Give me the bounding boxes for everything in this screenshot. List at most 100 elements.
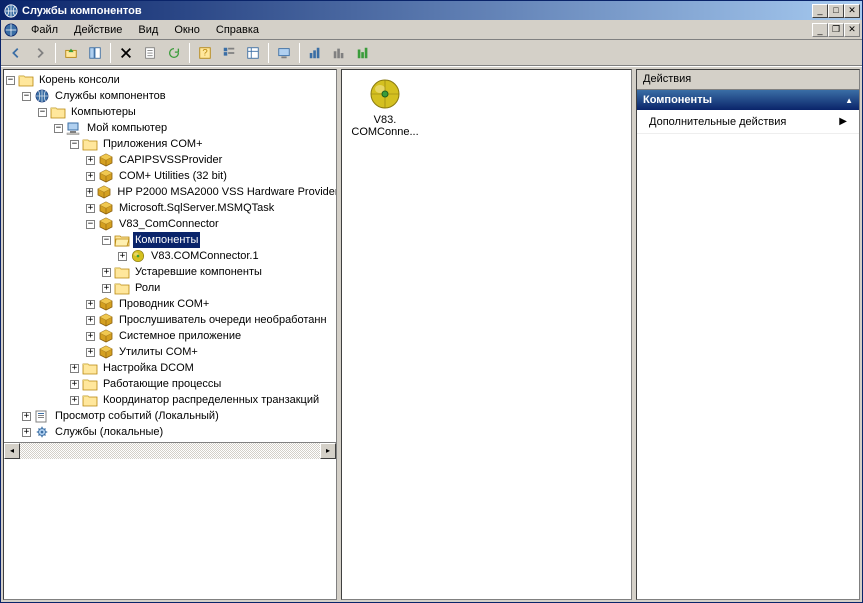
- menu-window[interactable]: Окно: [166, 22, 208, 38]
- tree-item-icon: [98, 216, 114, 232]
- expand-icon[interactable]: +: [102, 284, 111, 293]
- expand-icon[interactable]: +: [70, 380, 79, 389]
- tree-row-computers[interactable]: −Компьютеры: [6, 104, 334, 120]
- maximize-button[interactable]: □: [828, 4, 844, 18]
- collapse-icon[interactable]: −: [22, 92, 31, 101]
- chart-btn-1[interactable]: [304, 42, 326, 64]
- tree: −Корень консоли−Службы компонентов−Компь…: [4, 70, 336, 442]
- svg-text:?: ?: [202, 47, 207, 58]
- tree-item-label: Прослушиватель очереди необработанн: [117, 312, 329, 328]
- menu-file[interactable]: Файл: [23, 22, 66, 38]
- expand-icon[interactable]: +: [86, 300, 95, 309]
- tree-row-event-viewer[interactable]: +Просмотр событий (Локальный): [6, 408, 334, 424]
- expand-icon[interactable]: +: [102, 268, 111, 277]
- tree-item-label: Службы (локальные): [53, 424, 165, 440]
- expand-icon[interactable]: +: [86, 156, 95, 165]
- tree-row-services-local[interactable]: + Службы (локальные): [6, 424, 334, 440]
- expand-icon[interactable]: +: [70, 396, 79, 405]
- up-folder-button[interactable]: [60, 42, 82, 64]
- expand-icon[interactable]: +: [22, 412, 31, 421]
- expand-icon[interactable]: +: [22, 428, 31, 437]
- mdi-close-button[interactable]: ✕: [844, 23, 860, 37]
- tree-row-system-app[interactable]: +Системное приложение: [6, 328, 334, 344]
- tree-row-components[interactable]: −Компоненты: [6, 232, 334, 248]
- tree-row-legacy-components[interactable]: +Устаревшие компоненты: [6, 264, 334, 280]
- expand-icon[interactable]: +: [86, 316, 95, 325]
- tree-item-icon: [98, 168, 114, 184]
- mdi-restore-button[interactable]: ❐: [828, 23, 844, 37]
- collapse-icon[interactable]: −: [70, 140, 79, 149]
- show-tree-button[interactable]: [84, 42, 106, 64]
- refresh-button[interactable]: [163, 42, 185, 64]
- computer-icon-button[interactable]: [273, 42, 295, 64]
- component-item-label: V83. COMConne...: [350, 114, 420, 138]
- tree-row-com-utilities[interactable]: +Утилиты COM+: [6, 344, 334, 360]
- tree-row-app-capi[interactable]: + CAPIPSVSSProvider: [6, 152, 334, 168]
- tree-item-icon: [34, 88, 50, 104]
- expand-icon[interactable]: +: [86, 204, 95, 213]
- back-button[interactable]: [5, 42, 27, 64]
- chart-btn-3[interactable]: [352, 42, 374, 64]
- tree-row-app-hp[interactable]: +HP P2000 MSA2000 VSS Hardware Provider: [6, 184, 334, 200]
- tree-row-dtc[interactable]: + Координатор распределенных транзакций: [6, 392, 334, 408]
- tree-row-running-processes[interactable]: +Работающие процессы: [6, 376, 334, 392]
- tree-pane[interactable]: −Корень консоли−Службы компонентов−Компь…: [3, 69, 337, 600]
- tree-item-icon: [98, 152, 114, 168]
- tree-row-com-applications[interactable]: −Приложения COM+: [6, 136, 334, 152]
- delete-button[interactable]: [115, 42, 137, 64]
- expand-icon[interactable]: +: [118, 252, 127, 261]
- window-buttons: _ □ ✕: [812, 4, 860, 18]
- menu-view[interactable]: Вид: [130, 22, 166, 38]
- scroll-right-button[interactable]: ▸: [320, 443, 336, 459]
- tree-item-label: CAPIPSVSSProvider: [117, 152, 224, 168]
- expand-icon[interactable]: +: [86, 348, 95, 357]
- toolbar-btn-2[interactable]: [218, 42, 240, 64]
- expand-icon[interactable]: +: [70, 364, 79, 373]
- forward-button[interactable]: [29, 42, 51, 64]
- tree-row-roles[interactable]: +Роли: [6, 280, 334, 296]
- collapse-icon[interactable]: −: [6, 76, 15, 85]
- scroll-track[interactable]: [20, 443, 320, 459]
- collapse-icon[interactable]: −: [102, 236, 111, 245]
- tree-h-scrollbar[interactable]: ◂ ▸: [4, 442, 336, 458]
- tree-row-app-comutil32[interactable]: +COM+ Utilities (32 bit): [6, 168, 334, 184]
- tree-row-queue-listener[interactable]: + Прослушиватель очереди необработанн: [6, 312, 334, 328]
- tree-row-app-v83[interactable]: −V83_ComConnector: [6, 216, 334, 232]
- collapse-icon[interactable]: −: [54, 124, 63, 133]
- scroll-left-button[interactable]: ◂: [4, 443, 20, 459]
- component-ball-icon: [369, 78, 401, 110]
- toolbar-btn-1[interactable]: ?: [194, 42, 216, 64]
- collapse-icon[interactable]: −: [38, 108, 47, 117]
- minimize-button[interactable]: _: [812, 4, 828, 18]
- mdi-buttons: _ ❐ ✕: [812, 23, 860, 37]
- properties-button[interactable]: [139, 42, 161, 64]
- collapse-icon[interactable]: −: [86, 220, 95, 229]
- component-item[interactable]: V83. COMConne...: [350, 78, 420, 138]
- content-pane[interactable]: V83. COMConne...: [341, 69, 632, 600]
- close-button[interactable]: ✕: [844, 4, 860, 18]
- tree-item-icon: [82, 136, 98, 152]
- mdi-minimize-button[interactable]: _: [812, 23, 828, 37]
- tree-row-root[interactable]: −Корень консоли: [6, 72, 334, 88]
- tree-item-icon: [82, 376, 98, 392]
- chart-btn-2[interactable]: [328, 42, 350, 64]
- expand-icon[interactable]: +: [86, 188, 93, 197]
- tree-row-dcom-config[interactable]: +Настройка DCOM: [6, 360, 334, 376]
- tree-row-my-computer[interactable]: −Мой компьютер: [6, 120, 334, 136]
- tree-row-v83-comconnector-1[interactable]: +V83.COMConnector.1: [6, 248, 334, 264]
- tree-item-icon: [98, 312, 114, 328]
- menu-help[interactable]: Справка: [208, 22, 267, 38]
- tree-row-component-services[interactable]: −Службы компонентов: [6, 88, 334, 104]
- tree-item-icon: [98, 296, 114, 312]
- expand-icon[interactable]: +: [86, 332, 95, 341]
- toolbar-btn-3[interactable]: [242, 42, 264, 64]
- app-menu-icon: [3, 22, 19, 38]
- tree-item-icon: [50, 104, 66, 120]
- more-actions-row[interactable]: Дополнительные действия ▶: [637, 110, 859, 134]
- expand-icon[interactable]: +: [86, 172, 95, 181]
- tree-item-label: Координатор распределенных транзакций: [101, 392, 321, 408]
- tree-row-app-mssql[interactable]: +Microsoft.SqlServer.MSMQTask: [6, 200, 334, 216]
- menu-action[interactable]: Действие: [66, 22, 130, 38]
- actions-section-header[interactable]: Компоненты ▲: [637, 90, 859, 110]
- tree-row-com-explorer[interactable]: +Проводник COM+: [6, 296, 334, 312]
